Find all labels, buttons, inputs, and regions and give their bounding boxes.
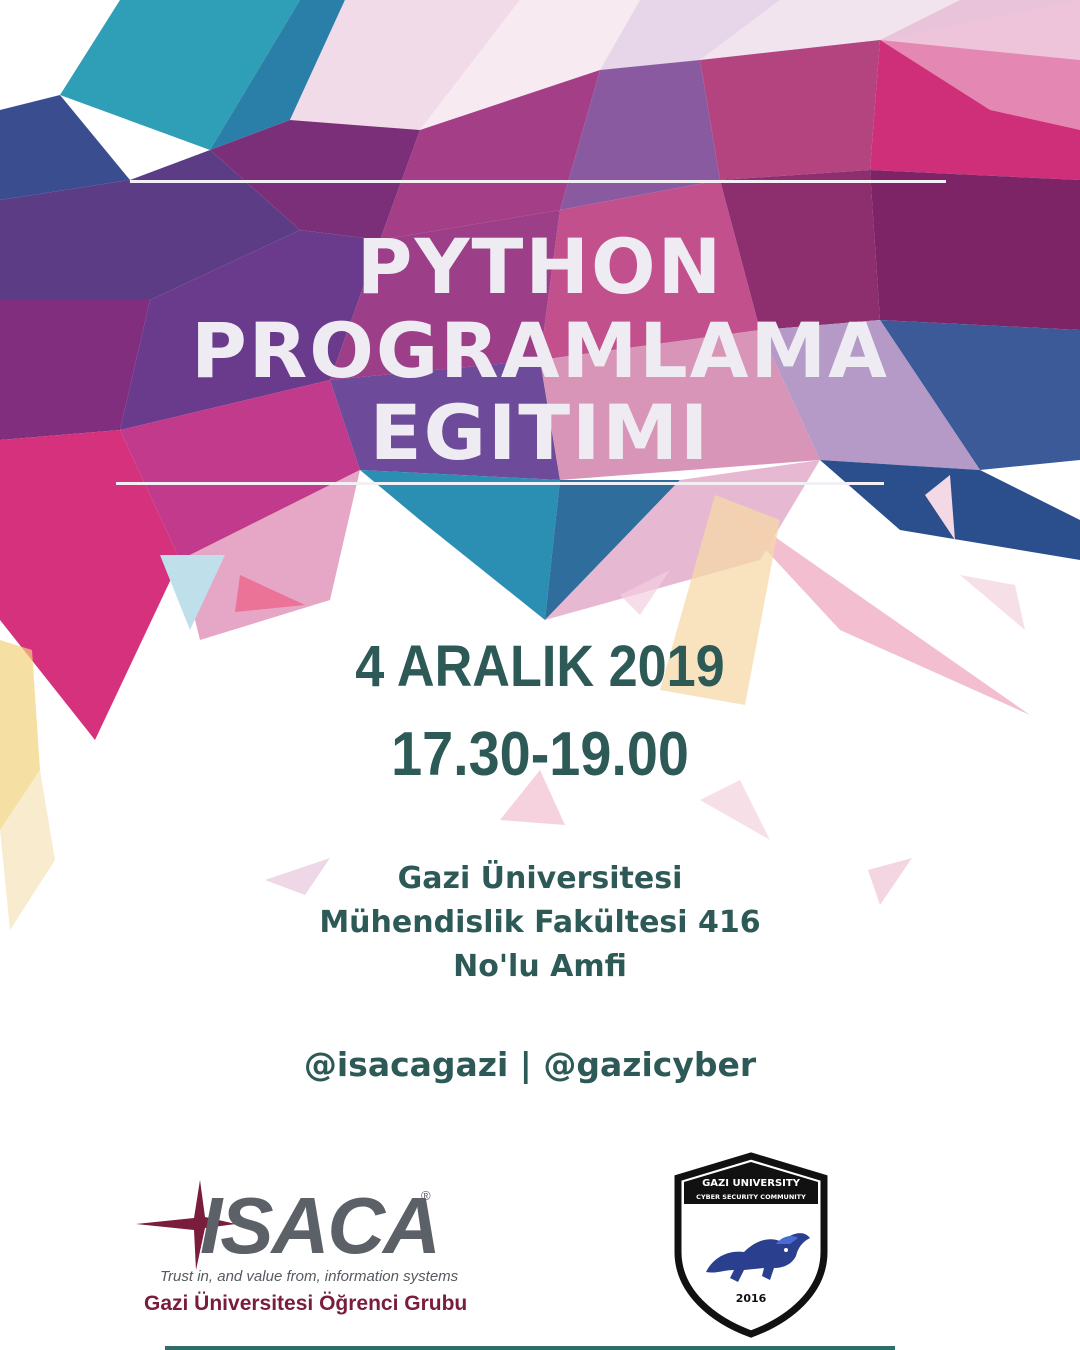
venue-line-3: No'lu Amfi [453, 949, 627, 984]
isaca-tagline: Trust in, and value from, information sy… [160, 1268, 459, 1285]
venue-line-2: Mühendislik Fakültesi 416 [319, 905, 761, 940]
isaca-registered-mark: ® [421, 1188, 431, 1203]
bottom-accent-line [165, 1346, 895, 1350]
title-rule-top [130, 180, 946, 183]
social-handles: @isacagazi | @gazicyber [303, 1045, 757, 1084]
title-line-1: PYTHON [356, 222, 724, 311]
cyber-logo-sub-text: CYBER SECURITY COMMUNITY [696, 1193, 806, 1201]
title-line-3: EGITIMI [369, 388, 711, 477]
isaca-logo: ISACA ® Trust in, and value from, inform… [136, 1180, 476, 1330]
cyber-logo-year: 2016 [736, 1292, 767, 1305]
title-rule-bottom [116, 482, 884, 485]
event-poster: PYTHON PROGRAMLAMA EGITIMI 4 ARALIK 2019… [0, 0, 1080, 1350]
isaca-wordmark: ISACA [200, 1181, 441, 1270]
cyber-security-community-logo: GAZI UNIVERSITY CYBER SECURITY COMMUNITY… [674, 1152, 828, 1338]
event-date: 4 ARALIK 2019 [355, 634, 725, 699]
event-time: 17.30-19.00 [391, 720, 689, 789]
isaca-student-group: Gazi Üniversitesi Öğrenci Grubu [144, 1292, 468, 1315]
venue-line-1: Gazi Üniversitesi [397, 861, 683, 896]
cyber-logo-top-text: GAZI UNIVERSITY [702, 1178, 801, 1189]
title-line-2: PROGRAMLAMA [191, 306, 889, 395]
